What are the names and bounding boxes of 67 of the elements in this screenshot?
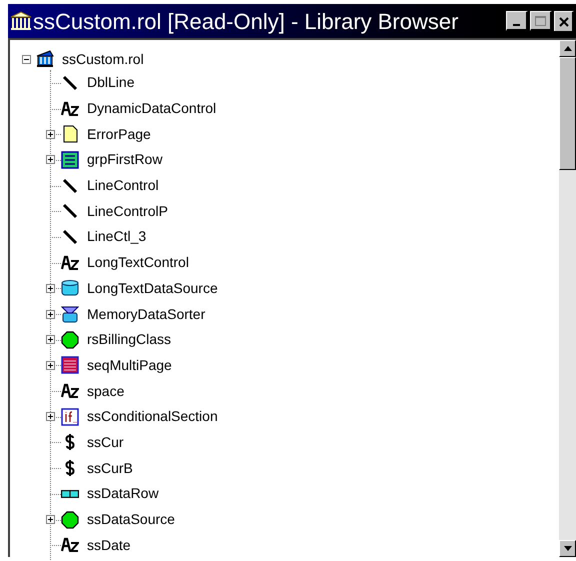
- diagonal-line-icon: [61, 228, 79, 246]
- tree-item[interactable]: MemoryDataSorter: [87, 304, 206, 325]
- up-arrow-icon: [564, 46, 572, 51]
- plus-icon: [47, 413, 54, 420]
- tree-item[interactable]: grpFirstRow: [87, 149, 162, 170]
- tree-item[interactable]: ssDataSource: [87, 509, 175, 530]
- tree-item[interactable]: DynamicDataControl: [87, 98, 216, 120]
- expand-toggle[interactable]: [46, 515, 55, 524]
- text-az-icon: [61, 100, 79, 118]
- text-az-icon: [61, 254, 79, 272]
- library-icon: [10, 11, 32, 31]
- page-icon: [61, 125, 79, 144]
- scroll-thumb[interactable]: [559, 57, 576, 170]
- maximize-button[interactable]: [530, 11, 552, 31]
- tree-item[interactable]: ssConditionalSection: [87, 406, 218, 428]
- expand-toggle[interactable]: [46, 335, 55, 344]
- plus-icon: [47, 336, 54, 344]
- tree-item[interactable]: ssDate: [87, 534, 131, 556]
- expand-toggle[interactable]: [46, 130, 55, 139]
- diagonal-line-icon: [61, 74, 79, 92]
- octagon-icon: [61, 510, 79, 529]
- tree-item[interactable]: ssCurB: [87, 458, 133, 479]
- close-icon: [558, 16, 568, 26]
- tree-item[interactable]: ssCur: [87, 432, 124, 453]
- octagon-icon: [61, 330, 79, 349]
- tree-item[interactable]: LineControl: [87, 175, 159, 196]
- tree-item[interactable]: ssDataRow: [87, 483, 159, 504]
- text-az-icon: [61, 382, 79, 400]
- close-button[interactable]: [554, 11, 574, 31]
- tree-item[interactable]: LineCtl_3: [87, 226, 146, 248]
- minimize-button[interactable]: [506, 11, 528, 31]
- plus-icon: [47, 310, 54, 318]
- data-row-icon: [61, 490, 79, 498]
- window-title: ssCustom.rol [Read-Only] - Library Browser: [33, 8, 458, 36]
- scroll-down-button[interactable]: [559, 540, 576, 557]
- tree-item[interactable]: space: [87, 380, 124, 402]
- collapse-toggle[interactable]: [22, 54, 31, 64]
- tree-item[interactable]: LineControlP: [87, 200, 168, 222]
- tree-item[interactable]: DblLine: [87, 72, 134, 94]
- sorter-icon: [61, 305, 79, 324]
- plus-icon: [47, 156, 54, 164]
- plus-icon: [47, 516, 54, 524]
- conditional-icon: [61, 408, 79, 426]
- tree-item[interactable]: rsBillingClass: [87, 329, 172, 350]
- expand-toggle[interactable]: [46, 310, 55, 319]
- group-icon: [61, 150, 79, 169]
- tree-item[interactable]: LongTextDataSource: [87, 278, 218, 299]
- database-icon: [61, 279, 79, 298]
- plus-icon: [47, 284, 54, 292]
- list-page-icon: [61, 356, 79, 374]
- text-az-icon: [61, 536, 79, 554]
- tree-item[interactable]: ssCustom.rol: [62, 48, 144, 70]
- down-arrow-icon: [564, 546, 572, 551]
- library-icon: [36, 50, 54, 68]
- tree-item[interactable]: ErrorPage: [87, 124, 151, 145]
- expand-toggle[interactable]: [46, 155, 55, 164]
- tree-item[interactable]: seqMultiPage: [87, 354, 172, 376]
- tree-item[interactable]: LongTextControl: [87, 252, 189, 274]
- plus-icon: [47, 130, 54, 138]
- expand-toggle[interactable]: [46, 284, 55, 293]
- expand-toggle[interactable]: [46, 360, 55, 370]
- diagonal-line-icon: [61, 176, 79, 195]
- plus-icon: [47, 362, 54, 369]
- vertical-scrollbar[interactable]: [559, 40, 576, 557]
- scroll-up-button[interactable]: [559, 40, 576, 57]
- expand-toggle[interactable]: [46, 412, 55, 422]
- diagonal-line-icon: [61, 202, 79, 220]
